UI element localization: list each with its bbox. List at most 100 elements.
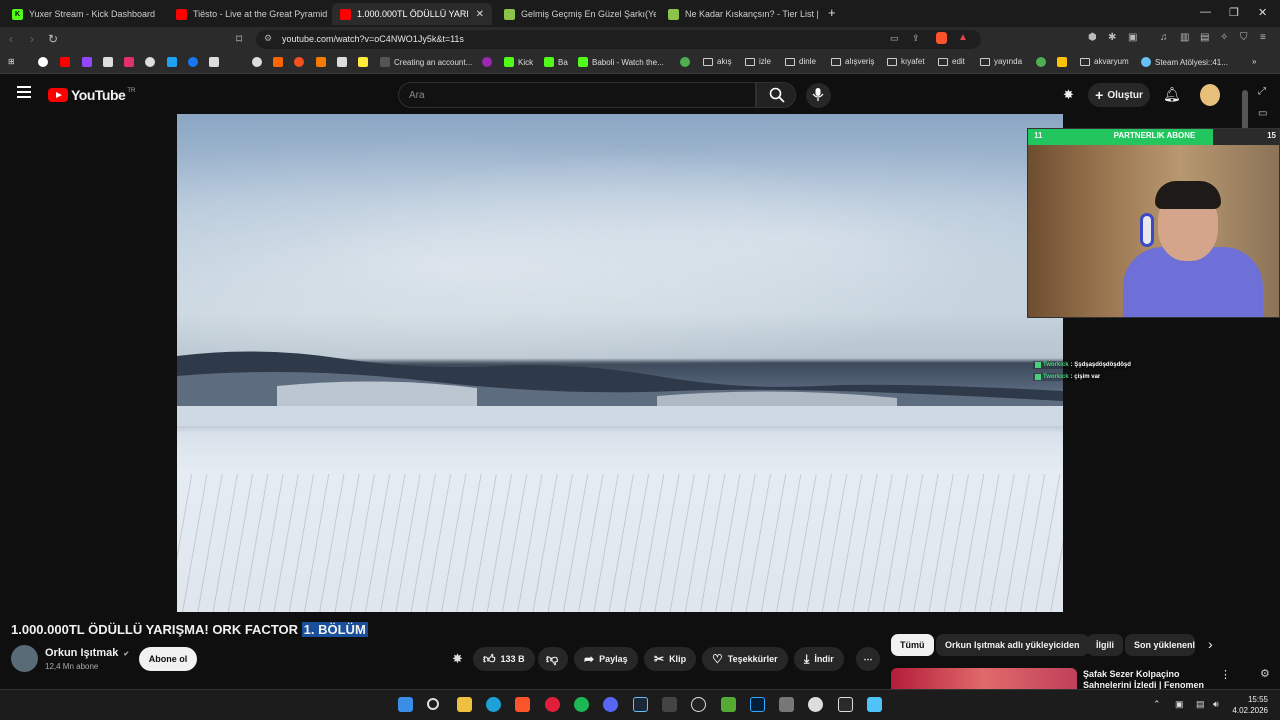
folder-yayinda[interactable]: yayında (980, 57, 1022, 66)
obs-icon[interactable] (691, 697, 706, 712)
url-field[interactable]: ⚙ youtube.com/watch?v=oC4NWO1Jy5k&t=11s … (256, 30, 981, 49)
side-panel-icon[interactable]: ⤢ (1258, 86, 1266, 97)
brave-shield-icon[interactable] (936, 32, 947, 44)
brave-rewards-icon[interactable]: ▲ (958, 32, 968, 43)
bookmark-w[interactable] (209, 57, 223, 67)
more-actions-button[interactable]: ⋯ (856, 647, 880, 671)
menu-icon[interactable]: ≡ (1260, 32, 1266, 43)
share-button[interactable]: ➦ Paylaş (574, 647, 638, 671)
folder-kiyafet[interactable]: kıyafet (887, 57, 925, 66)
hamburger-menu-icon[interactable] (17, 86, 31, 98)
tray-app-icon[interactable]: ▣ (1175, 699, 1184, 710)
bookmark-twitch[interactable] (82, 57, 96, 67)
windows-icon[interactable] (398, 697, 413, 712)
channel-name-row[interactable]: Orkun Işıtmak ✔ (45, 647, 129, 659)
steam-icon[interactable] (633, 697, 648, 712)
premium-sparkle-icon[interactable]: ✸ (452, 651, 463, 667)
folder-dinle[interactable]: dinle (785, 57, 816, 66)
apps-grid-icon[interactable]: ⊞ (8, 57, 15, 66)
bookmark-amazon[interactable] (337, 57, 351, 67)
chip-recent[interactable]: Son yüklenenl (1125, 634, 1195, 656)
bookmark-cloud[interactable] (167, 57, 181, 67)
minimize-icon[interactable]: — (1200, 6, 1211, 18)
chip-from-uploader[interactable]: Orkun Işıtmak adlı yükleyiciden (936, 634, 1089, 656)
recommended-menu-icon[interactable]: ⋮ (1220, 668, 1231, 681)
screen-icon[interactable]: ▭ (890, 33, 899, 44)
close-tab-icon[interactable]: ✕ (476, 9, 484, 20)
chip-related[interactable]: İlgili (1087, 634, 1123, 656)
network-icon[interactable]: ▤ (1196, 699, 1205, 710)
wallet-icon[interactable]: ▤ (1200, 32, 1209, 43)
subscribe-button[interactable]: Abone ol (139, 647, 197, 671)
bookmark-google[interactable] (38, 57, 52, 67)
chip-all[interactable]: Tümü (891, 634, 934, 656)
chips-next-icon[interactable]: › (1208, 636, 1213, 652)
bookmark-github[interactable] (145, 57, 159, 67)
bookmark-amber[interactable] (1057, 57, 1071, 67)
bookmark-prime[interactable] (188, 57, 202, 67)
premium-icon[interactable]: ✸ (1063, 87, 1074, 103)
folder-alisveris[interactable]: alışveriş (831, 57, 874, 66)
close-window-icon[interactable]: ✕ (1258, 6, 1267, 19)
app-icon[interactable] (779, 697, 794, 712)
notepad-icon[interactable] (867, 697, 882, 712)
youtube-logo[interactable]: YouTube TR (48, 87, 135, 103)
tab-tierlist[interactable]: Ne Kadar Kıskançsın? - Tier List | Kör (660, 3, 820, 25)
bookmark-icon[interactable]: ⌑ (236, 32, 242, 46)
folder-akis[interactable]: akış (703, 57, 732, 66)
tab-kick-dashboard[interactable]: K Yuxer Stream - Kick Dashboard (4, 3, 164, 25)
side-panel-tab-icon[interactable]: ▭ (1258, 108, 1267, 119)
system-clock[interactable]: 15:55 4.02.2026 (1232, 694, 1268, 716)
bookmark-orange[interactable] (294, 57, 308, 67)
search-input[interactable]: Ara (398, 82, 756, 108)
search-icon[interactable] (427, 698, 439, 710)
photoshop-icon[interactable] (750, 697, 765, 712)
site-info-icon[interactable]: ⚙ (264, 33, 272, 44)
dislike-button[interactable]: 👎︎ (538, 647, 568, 671)
bookmark-hb[interactable] (273, 57, 287, 67)
tab-tiesto[interactable]: Tiësto - Live at the Great Pyramid (168, 3, 328, 25)
bookmark-green[interactable] (680, 57, 694, 67)
chrome-icon[interactable] (808, 697, 823, 712)
more-bookmarks-icon[interactable]: » (1252, 57, 1256, 66)
bookmark-kick[interactable]: Kick (504, 57, 533, 67)
tab-songs[interactable]: Gelmiş Geçmiş En Güzel Şarkı(Yerli Ya (496, 3, 656, 25)
back-icon[interactable]: ‹ (9, 32, 13, 46)
share-icon[interactable]: ⇪ (912, 33, 920, 44)
discord-icon[interactable] (603, 697, 618, 712)
brave-icon[interactable] (515, 697, 530, 712)
reload-icon[interactable]: ↻ (48, 32, 58, 46)
edge-icon[interactable] (486, 697, 501, 712)
bookmark-ba[interactable]: Ba (544, 57, 568, 67)
video-player[interactable] (177, 114, 1063, 612)
maximize-icon[interactable]: ❐ (1229, 6, 1239, 19)
notifications-bell-icon[interactable]: 🔔︎ (1163, 86, 1181, 103)
opera-icon[interactable] (545, 697, 560, 712)
epic-icon[interactable] (838, 697, 853, 712)
puzzle-icon[interactable]: ✱ (1108, 32, 1116, 43)
page-scrollbar[interactable] (1242, 90, 1248, 130)
like-button[interactable]: 👍︎ 133 B (473, 647, 535, 671)
bookmark-green2[interactable] (1036, 57, 1050, 67)
xbox-icon[interactable] (721, 697, 736, 712)
volume-icon[interactable]: 🔊︎ (1213, 699, 1219, 710)
spotify-icon[interactable] (574, 697, 589, 712)
download-button[interactable]: ⤓ İndir (794, 647, 844, 671)
bookmark-purple[interactable] (482, 57, 496, 67)
folder-izle[interactable]: izle (745, 57, 771, 66)
extension-icon[interactable]: ⬢ (1088, 32, 1097, 43)
voice-search-button[interactable] (806, 83, 831, 108)
bookmark-circle[interactable] (252, 57, 266, 67)
ai-icon[interactable]: ✧ (1220, 32, 1228, 43)
music-icon[interactable]: ♫ (1160, 32, 1168, 43)
folder-akvaryum[interactable]: akvaryum (1080, 57, 1129, 66)
account-avatar[interactable] (1200, 84, 1220, 106)
bookmark-instagram[interactable] (124, 57, 138, 67)
channel-avatar[interactable] (11, 645, 38, 672)
tray-overflow-icon[interactable]: ⌃ (1153, 699, 1161, 710)
recommended-title[interactable]: Şafak Sezer Kolpaçino Sahnelerini İzledi… (1083, 669, 1208, 691)
new-tab-button[interactable]: + (828, 5, 836, 20)
bookmark-steam[interactable]: Steam Atölyesi::41... (1141, 57, 1228, 67)
bookmark-account[interactable]: Creating an account... (380, 57, 472, 67)
capture-icon[interactable]: ▣ (1128, 32, 1137, 43)
